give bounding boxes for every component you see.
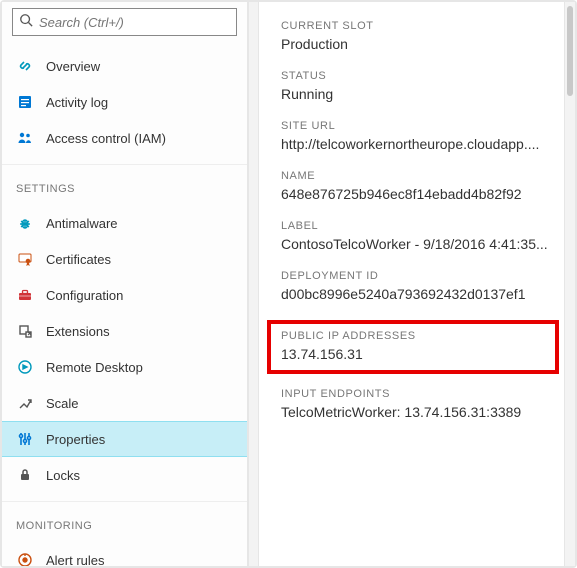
nav-monitoring-list: Alert rules	[2, 538, 247, 566]
nav-remote-desktop[interactable]: Remote Desktop	[2, 349, 247, 385]
field-current-slot: CURRENT SLOT Production	[281, 20, 553, 52]
lock-icon	[16, 466, 34, 484]
search-icon	[19, 13, 33, 32]
field-label: STATUS	[281, 70, 553, 82]
field-label: LABEL	[281, 220, 553, 232]
nav-properties[interactable]: Properties	[2, 421, 247, 457]
field-value: Production	[281, 36, 553, 52]
search-box[interactable]	[12, 8, 237, 36]
nav-label: Remote Desktop	[46, 360, 143, 375]
nav-alert-rules[interactable]: Alert rules	[2, 542, 247, 566]
field-name: NAME 648e876725b946ec8f14ebadd4b82f92	[281, 170, 553, 202]
link-icon	[16, 57, 34, 75]
field-value: 648e876725b946ec8f14ebadd4b82f92	[281, 186, 553, 202]
nav-certificates[interactable]: Certificates	[2, 241, 247, 277]
field-value: Running	[281, 86, 553, 102]
field-label: SITE URL	[281, 120, 553, 132]
field-value[interactable]: http://telcoworkernortheurope.cloudapp..…	[281, 136, 553, 152]
field-public-ip: PUBLIC IP ADDRESSES 13.74.156.31	[281, 330, 545, 362]
nav-overview[interactable]: Overview	[2, 48, 247, 84]
field-status: STATUS Running	[281, 70, 553, 102]
nav-label: Locks	[46, 468, 80, 483]
people-icon	[16, 129, 34, 147]
field-site-url: SITE URL http://telcoworkernortheurope.c…	[281, 120, 553, 152]
app-frame: Overview Activity log Access control (IA…	[0, 0, 577, 568]
section-header-monitoring: MONITORING	[2, 506, 247, 538]
certificate-icon	[16, 250, 34, 268]
nav-label: Scale	[46, 396, 79, 411]
scale-icon	[16, 394, 34, 412]
extension-icon	[16, 322, 34, 340]
search-container	[2, 2, 247, 44]
nav-extensions[interactable]: Extensions	[2, 313, 247, 349]
nav-top-list: Overview Activity log Access control (IA…	[2, 44, 247, 160]
bug-icon	[16, 214, 34, 232]
nav-label: Access control (IAM)	[46, 131, 166, 146]
field-deployment-id: DEPLOYMENT ID d00bc8996e5240a793692432d0…	[281, 270, 553, 302]
nav-access-control[interactable]: Access control (IAM)	[2, 120, 247, 156]
nav-label: Activity log	[46, 95, 108, 110]
alert-icon	[16, 551, 34, 566]
field-value: TelcoMetricWorker: 13.74.156.31:3389	[281, 404, 553, 420]
field-label: PUBLIC IP ADDRESSES	[281, 330, 545, 342]
log-icon	[16, 93, 34, 111]
nav-antimalware[interactable]: Antimalware	[2, 205, 247, 241]
details-pane: CURRENT SLOT Production STATUS Running S…	[259, 2, 575, 566]
field-value: ContosoTelcoWorker - 9/18/2016 4:41:35..…	[281, 236, 553, 252]
field-label-field: LABEL ContosoTelcoWorker - 9/18/2016 4:4…	[281, 220, 553, 252]
highlighted-public-ip: PUBLIC IP ADDRESSES 13.74.156.31	[267, 320, 559, 374]
field-input-endpoints: INPUT ENDPOINTS TelcoMetricWorker: 13.74…	[281, 388, 553, 420]
nav-settings-list: Antimalware Certificates Configuration	[2, 201, 247, 497]
divider	[2, 501, 247, 502]
nav-label: Configuration	[46, 288, 123, 303]
search-input[interactable]	[33, 14, 230, 31]
nav-label: Certificates	[46, 252, 111, 267]
remote-desktop-icon	[16, 358, 34, 376]
sidebar: Overview Activity log Access control (IA…	[2, 2, 248, 566]
nav-label: Overview	[46, 59, 100, 74]
field-label: INPUT ENDPOINTS	[281, 388, 553, 400]
scrollbar[interactable]	[564, 2, 575, 566]
toolbox-icon	[16, 286, 34, 304]
nav-label: Antimalware	[46, 216, 118, 231]
pane-gutter[interactable]	[248, 2, 259, 566]
nav-scale[interactable]: Scale	[2, 385, 247, 421]
sliders-icon	[16, 430, 34, 448]
field-label: CURRENT SLOT	[281, 20, 553, 32]
nav-locks[interactable]: Locks	[2, 457, 247, 493]
field-label: NAME	[281, 170, 553, 182]
nav-label: Alert rules	[46, 553, 105, 567]
nav-label: Properties	[46, 432, 105, 447]
section-header-settings: SETTINGS	[2, 169, 247, 201]
nav-label: Extensions	[46, 324, 110, 339]
field-value: 13.74.156.31	[281, 346, 545, 362]
field-value: d00bc8996e5240a793692432d0137ef1	[281, 286, 553, 302]
divider	[2, 164, 247, 165]
nav-activity-log[interactable]: Activity log	[2, 84, 247, 120]
nav-configuration[interactable]: Configuration	[2, 277, 247, 313]
field-label: DEPLOYMENT ID	[281, 270, 553, 282]
